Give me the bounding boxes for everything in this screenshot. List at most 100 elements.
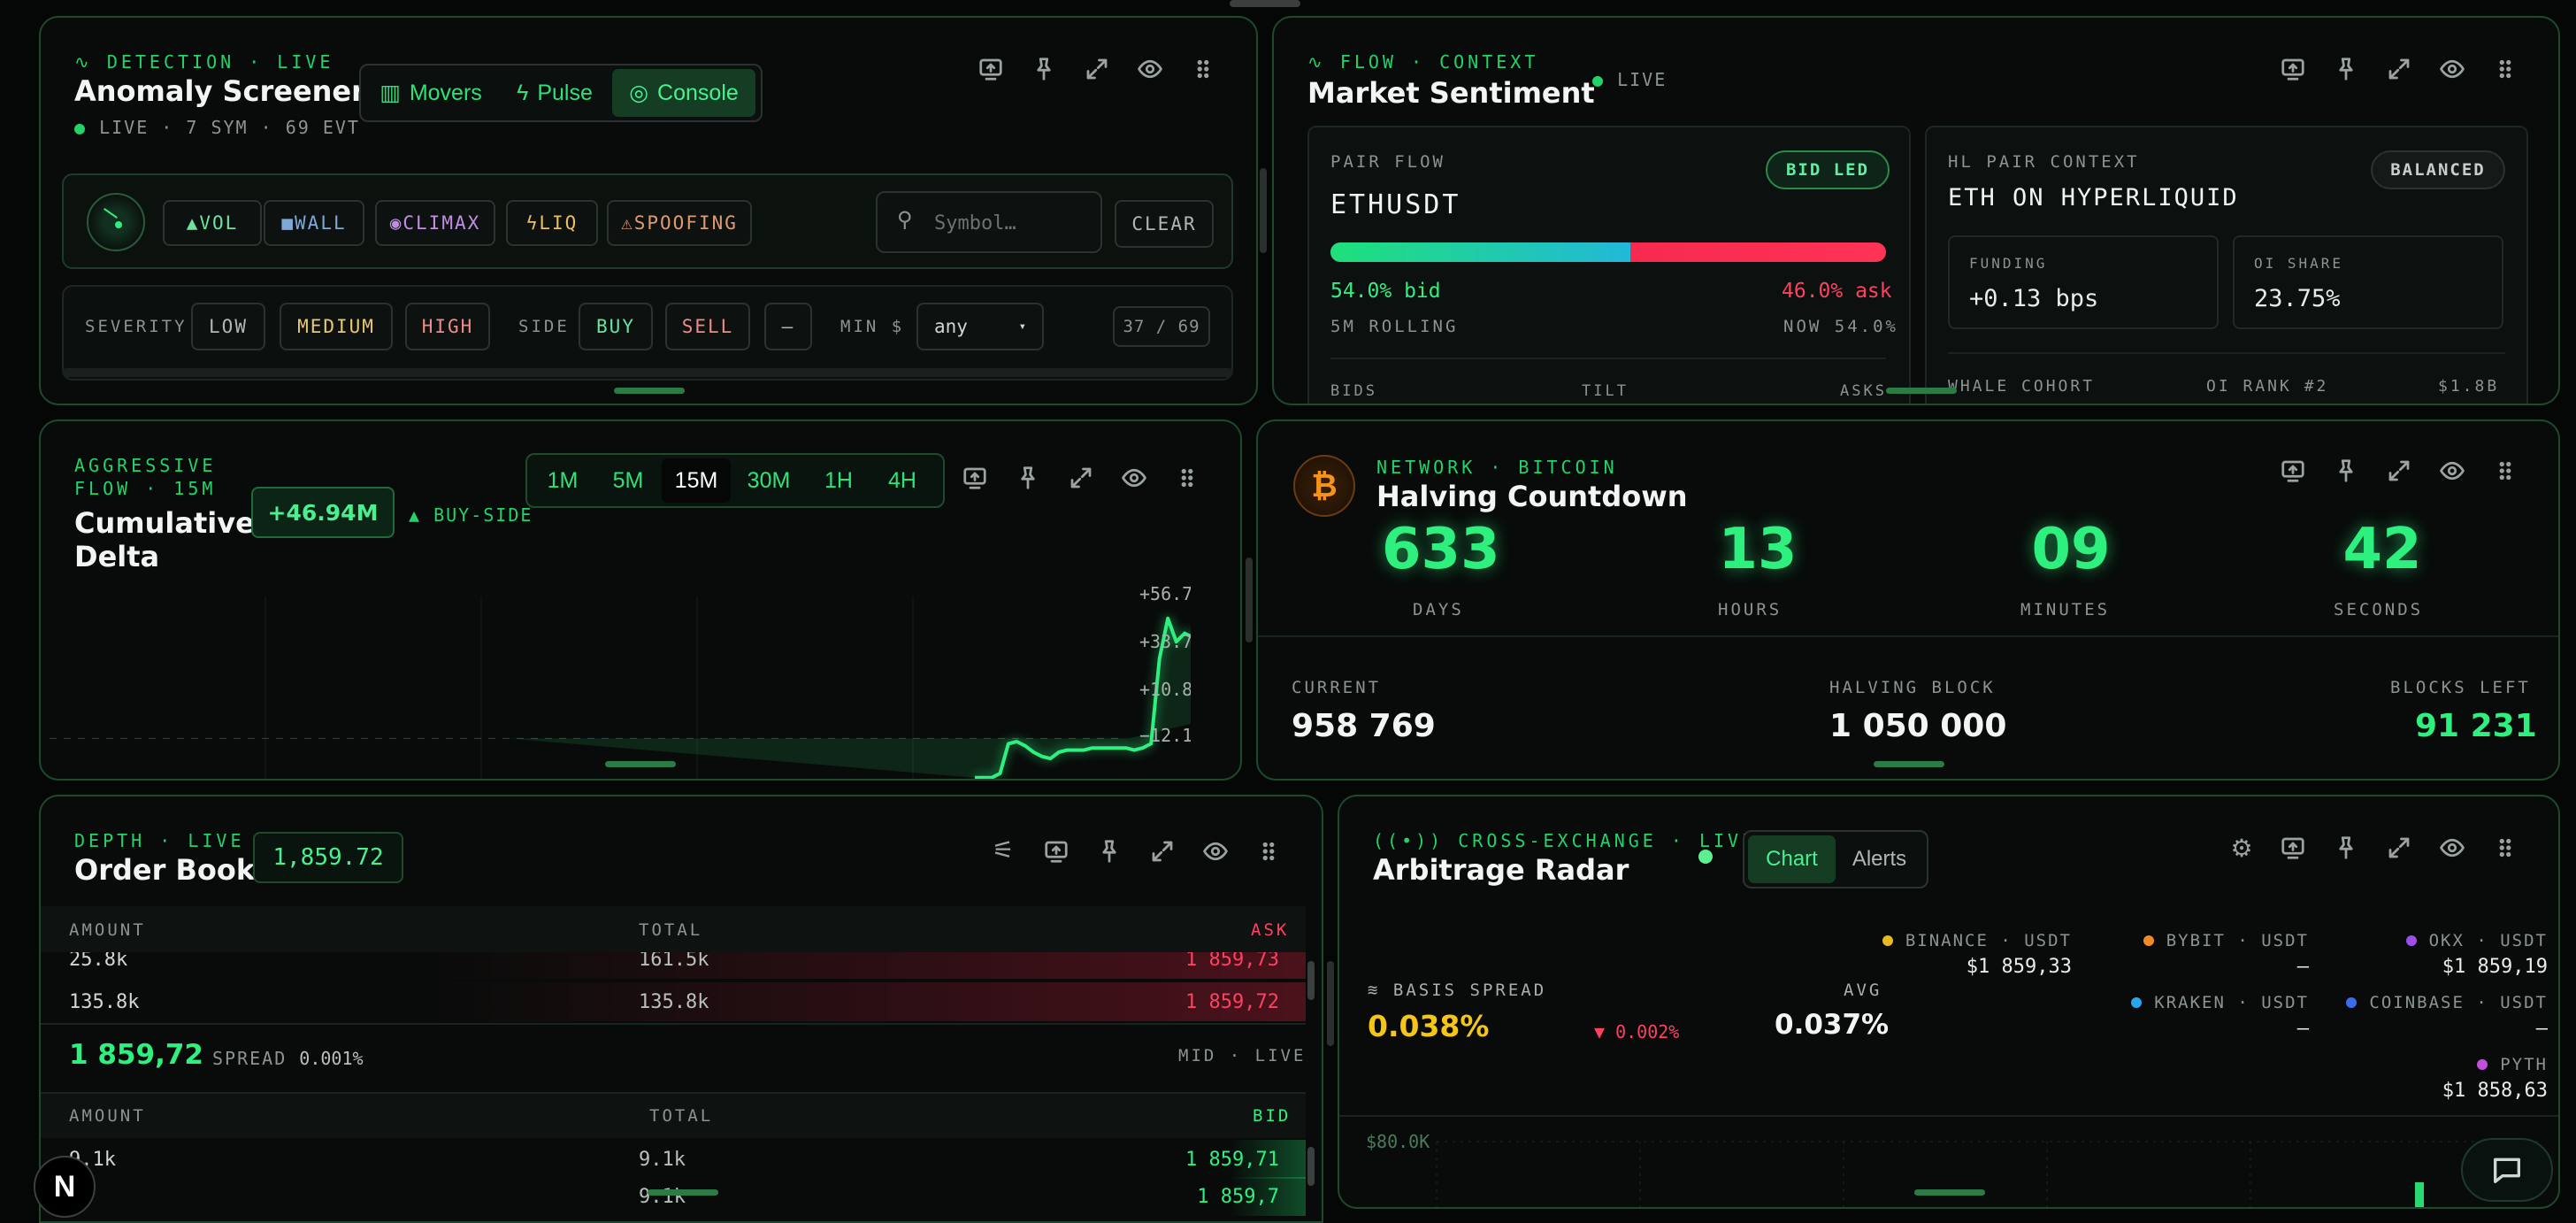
vertical-splitter[interactable]: [1260, 168, 1267, 253]
expand-icon[interactable]: [2383, 53, 2415, 85]
scroll-track[interactable]: [62, 368, 1233, 377]
resize-handle[interactable]: [1914, 1189, 1985, 1196]
eye-icon[interactable]: [2436, 455, 2468, 487]
row-total: 135.8k: [639, 991, 709, 1013]
screen-share-icon[interactable]: [2277, 832, 2309, 864]
grip-icon[interactable]: [2489, 53, 2521, 85]
screen-share-icon[interactable]: [2277, 53, 2309, 85]
scrollbar[interactable]: [1307, 961, 1315, 1000]
filter-climax[interactable]: ◉ CLIMAX: [375, 200, 495, 246]
resize-handle[interactable]: [648, 1189, 718, 1196]
pin-icon[interactable]: [2330, 832, 2362, 864]
resize-handle[interactable]: [605, 761, 676, 767]
screen-share-icon[interactable]: [959, 462, 991, 494]
expand-icon[interactable]: [1146, 835, 1178, 867]
eye-icon[interactable]: [1118, 462, 1150, 494]
tf-15m[interactable]: 15M: [662, 458, 731, 503]
grip-icon[interactable]: [1253, 835, 1284, 867]
pin-icon[interactable]: [1028, 53, 1060, 85]
resize-handle[interactable]: [1886, 388, 1957, 394]
filter-vol[interactable]: ▲ VOL: [163, 200, 262, 246]
grip-icon[interactable]: [2489, 455, 2521, 487]
tf-4h[interactable]: 4H: [870, 458, 934, 503]
exchange-item[interactable]: COINBASE · USDT —: [2346, 993, 2548, 1040]
y-tick-label: +10.81M: [1139, 679, 1191, 700]
gear-icon[interactable]: ⚙: [2226, 834, 2258, 865]
eye-icon[interactable]: [1200, 835, 1231, 867]
exchange-item[interactable]: KRAKEN · USDT —: [2131, 993, 2309, 1040]
screen-share-icon[interactable]: [2277, 455, 2309, 487]
exchange-price: $1 858,63: [2442, 1080, 2548, 1102]
tf-1m[interactable]: 1M: [531, 458, 594, 503]
expand-icon[interactable]: [2383, 455, 2415, 487]
pin-icon[interactable]: [1012, 462, 1044, 494]
tab-console[interactable]: ◎ Console: [612, 69, 755, 117]
pin-icon[interactable]: [2330, 53, 2362, 85]
vertical-splitter[interactable]: [1327, 961, 1334, 1046]
screen-share-icon[interactable]: [975, 53, 1007, 85]
sliders-icon[interactable]: ⚟: [987, 835, 1019, 867]
pin-icon[interactable]: [2330, 455, 2362, 487]
delta-chart: +56.73M +33.77M +10.81M −12.16M: [50, 583, 1191, 779]
chat-button[interactable]: [2461, 1138, 2553, 1202]
resize-handle[interactable]: [1874, 761, 1944, 767]
hl-context-label: HL PAIR CONTEXT: [1948, 152, 2140, 172]
clear-button[interactable]: CLEAR: [1115, 200, 1214, 248]
next-logo-badge[interactable]: N: [34, 1156, 96, 1218]
table-row[interactable]: 399.1k1 859,7: [41, 1177, 1306, 1219]
tab-pulse[interactable]: ϟ Pulse: [497, 69, 612, 117]
bitcoin-icon: ₿: [1293, 455, 1355, 517]
grip-icon[interactable]: [1171, 462, 1203, 494]
filter-spoofing[interactable]: ⚠ SPOOFING: [607, 200, 752, 246]
panel-toolbar: [975, 53, 1219, 85]
exchange-item[interactable]: PYTH $1 858,63: [2442, 1055, 2548, 1102]
tab-chart[interactable]: Chart: [1748, 835, 1836, 883]
exchange-item[interactable]: BINANCE · USDT $1 859,33: [1882, 931, 2072, 978]
side-sell[interactable]: SELL: [665, 303, 750, 350]
hours-value: 13: [1718, 517, 1798, 582]
filter-liq[interactable]: ϟ LIQ: [506, 200, 598, 246]
panel-kicker-1: AGGRESSIVE: [74, 455, 217, 476]
tf-30m[interactable]: 30M: [731, 458, 807, 503]
screen-share-icon[interactable]: [1040, 835, 1072, 867]
tf-1h[interactable]: 1H: [807, 458, 870, 503]
table-row[interactable]: 135.8k 135.8k 1 859,72: [41, 982, 1306, 1025]
pin-icon[interactable]: [1093, 835, 1125, 867]
table-row[interactable]: 25.8k 161.5k 1 859,73: [41, 952, 1306, 982]
scrollbar[interactable]: [1307, 1147, 1315, 1186]
pulse-icon: ∿: [1307, 51, 1340, 73]
severity-medium[interactable]: MEDIUM: [280, 303, 393, 350]
expand-icon[interactable]: [2383, 832, 2415, 864]
panel-kicker: NETWORK · BITCOIN: [1376, 457, 1618, 478]
filter-wall[interactable]: ■ WALL: [264, 200, 364, 246]
tilt-label: TILT: [1582, 382, 1629, 400]
symbol-search[interactable]: ⚲ Symbol…: [876, 191, 1102, 253]
total-header: TOTAL: [639, 920, 703, 940]
expand-icon[interactable]: [1065, 462, 1097, 494]
grip-icon[interactable]: [2489, 832, 2521, 864]
eye-icon[interactable]: [1134, 53, 1166, 85]
search-input[interactable]: Symbol…: [934, 212, 1016, 235]
current-label: CURRENT: [1292, 678, 1382, 697]
bids-label: BIDS: [1330, 382, 1377, 400]
min-select[interactable]: any ▾: [916, 303, 1044, 350]
eye-icon[interactable]: [2436, 832, 2468, 864]
exchange-item[interactable]: OKX · USDT $1 859,19: [2405, 931, 2548, 978]
table-row[interactable]: 9.1k 9.1k 1 859,71: [41, 1140, 1306, 1182]
resize-handle[interactable]: [614, 388, 685, 394]
side-any[interactable]: —: [764, 303, 812, 350]
grip-icon[interactable]: [1187, 53, 1219, 85]
tab-movers[interactable]: ▥ Movers: [364, 69, 497, 117]
eye-icon[interactable]: [2436, 53, 2468, 85]
bar-chart-icon: ▥: [380, 81, 401, 105]
divider: [41, 1023, 1306, 1025]
tab-alerts[interactable]: Alerts: [1836, 835, 1923, 883]
tf-5m[interactable]: 5M: [594, 458, 662, 503]
side-buy[interactable]: BUY: [579, 303, 653, 350]
exchange-name: PYTH: [2442, 1055, 2548, 1074]
severity-high[interactable]: HIGH: [405, 303, 490, 350]
vertical-splitter[interactable]: [1246, 558, 1253, 642]
severity-low[interactable]: LOW: [191, 303, 265, 350]
exchange-item[interactable]: BYBIT · USDT —: [2143, 931, 2309, 978]
expand-icon[interactable]: [1081, 53, 1113, 85]
